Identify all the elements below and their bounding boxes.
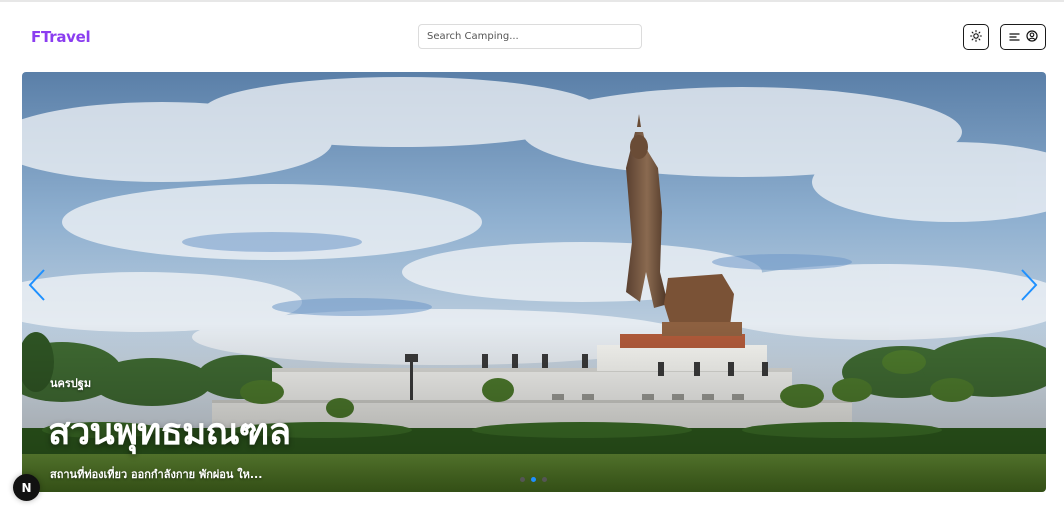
nextjs-badge[interactable]: N <box>13 474 40 501</box>
sun-icon <box>970 29 982 45</box>
hero-province: นครปฐม <box>50 377 92 390</box>
carousel-dot[interactable] <box>542 477 547 482</box>
logo[interactable]: FTravel <box>31 28 91 46</box>
hero-description: สถานที่ท่องเที่ยว ออกกำลังกาย พักผ่อน ให… <box>50 468 263 481</box>
carousel-dot[interactable] <box>520 477 525 482</box>
carousel-dot[interactable] <box>531 477 536 482</box>
chevron-left-icon <box>28 269 45 301</box>
carousel-dots <box>520 477 547 482</box>
chevron-right-icon <box>1021 269 1038 301</box>
hero-carousel[interactable]: นครปฐม สวนพุทธมณฑล สถานที่ท่องเที่ยว ออก… <box>22 72 1046 492</box>
navbar: FTravel <box>0 2 1064 70</box>
search-input[interactable] <box>418 24 642 49</box>
carousel-next-arrow[interactable] <box>1018 268 1040 302</box>
menu-lines-icon <box>1008 30 1020 45</box>
hero-title: สวนพุทธมณฑล <box>48 410 291 453</box>
carousel-prev-arrow[interactable] <box>26 268 48 302</box>
theme-toggle-button[interactable] <box>963 24 989 50</box>
menu-button[interactable] <box>1000 24 1046 50</box>
user-circle-icon <box>1025 29 1038 45</box>
